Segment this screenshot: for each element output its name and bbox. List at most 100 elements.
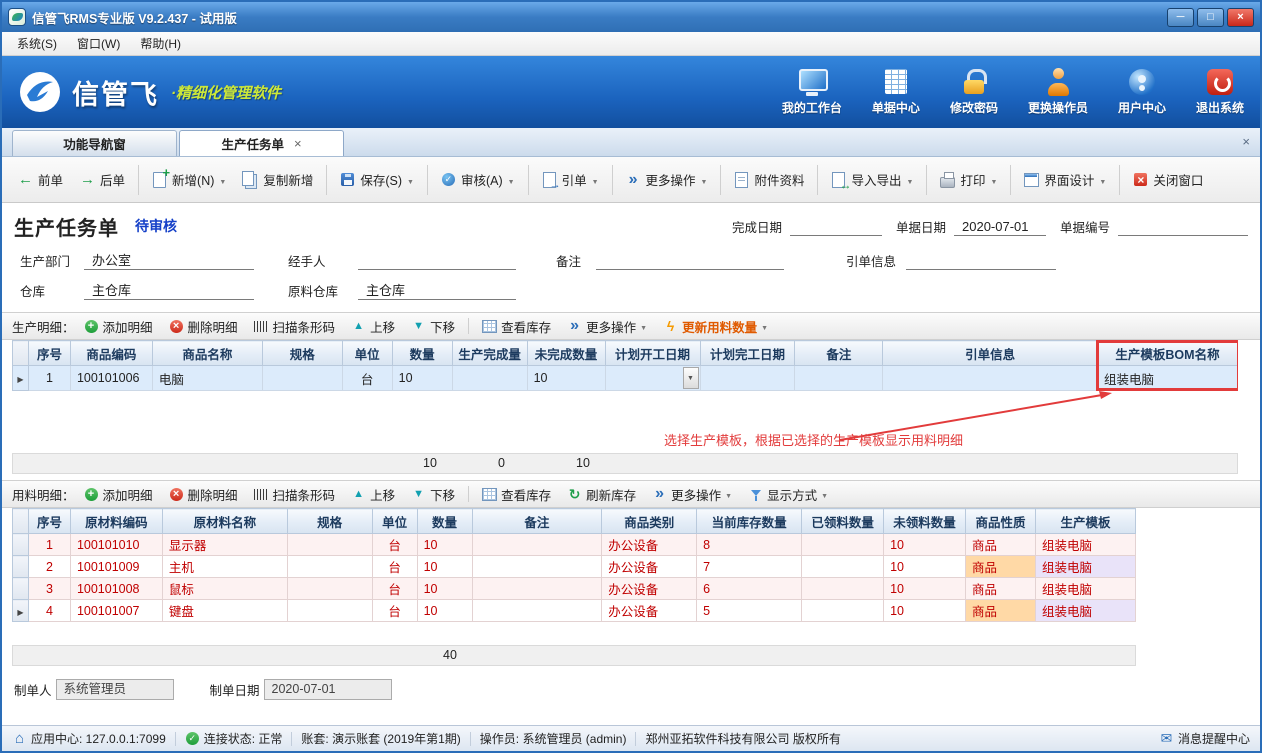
banner-action-button[interactable]: 我的工作台 <box>782 68 842 116</box>
table-cell[interactable]: 鼠标 <box>162 578 287 600</box>
banner-action-button[interactable]: 退出系统 <box>1196 68 1244 116</box>
detail-toolbar-button[interactable]: 更新用料数量 <box>656 314 775 339</box>
detail-toolbar-button[interactable]: 扫描条形码 <box>247 482 343 507</box>
toolbar-button[interactable]: 保存(S) <box>332 161 422 198</box>
column-header[interactable]: 序号 <box>28 509 70 534</box>
table-cell[interactable] <box>883 366 1098 391</box>
table-cell[interactable]: 10 <box>527 366 605 391</box>
toolbar-button[interactable]: 打印 <box>932 161 1005 198</box>
table-cell[interactable] <box>605 366 700 391</box>
maximize-button[interactable]: □ <box>1197 8 1224 27</box>
toolbar-button[interactable]: 引单 <box>534 161 607 198</box>
table-cell[interactable]: 4 <box>28 600 70 622</box>
toolbar-button[interactable]: 新增(N) <box>144 161 234 198</box>
table-cell[interactable]: 台 <box>342 366 392 391</box>
column-header[interactable]: 备注 <box>472 509 602 534</box>
table-cell[interactable] <box>472 556 602 578</box>
detail-toolbar-button[interactable]: 删除明细 <box>162 314 245 339</box>
table-cell[interactable]: 台 <box>372 534 417 556</box>
toolbar-button[interactable]: 复制新增 <box>235 161 321 198</box>
table-cell[interactable]: 100101006 <box>70 366 152 391</box>
table-row[interactable]: 3100101008鼠标台10办公设备610商品组装电脑 <box>13 578 1136 600</box>
detail-toolbar-button[interactable]: 更多操作 <box>645 482 739 507</box>
table-row[interactable]: 1100101006电脑台1010组装电脑 <box>13 366 1238 391</box>
table-cell[interactable]: 商品 <box>966 600 1036 622</box>
table-cell[interactable]: 10 <box>884 600 966 622</box>
table-cell[interactable]: 8 <box>697 534 802 556</box>
detail-toolbar-button[interactable]: 扫描条形码 <box>247 314 343 339</box>
table-cell[interactable]: 10 <box>884 556 966 578</box>
column-header[interactable]: 数量 <box>392 341 452 366</box>
table-cell[interactable]: 100101007 <box>70 600 162 622</box>
field-input[interactable]: 办公室 <box>84 251 254 270</box>
detail-toolbar-button[interactable]: 查看库存 <box>475 314 558 339</box>
toolbar-button[interactable]: 审核(A) <box>433 161 523 198</box>
tab-active[interactable]: 生产任务单× <box>179 130 344 156</box>
table-cell[interactable]: 电脑 <box>152 366 262 391</box>
toolbar-button[interactable]: 前单 <box>10 161 71 198</box>
column-header[interactable]: 原材料编码 <box>70 509 162 534</box>
table-cell[interactable] <box>287 534 372 556</box>
table-cell[interactable]: 组装电脑 <box>1035 534 1135 556</box>
table-cell[interactable] <box>802 534 884 556</box>
field-input[interactable] <box>358 251 516 270</box>
table-cell[interactable]: 主机 <box>162 556 287 578</box>
column-header[interactable]: 商品编码 <box>70 341 152 366</box>
table-cell[interactable] <box>472 578 602 600</box>
make-date-field[interactable]: 2020-07-01 <box>264 679 392 700</box>
table-cell[interactable] <box>802 578 884 600</box>
column-header[interactable]: 生产完成量 <box>452 341 527 366</box>
message-center-button[interactable]: 消息提醒中心 <box>1159 730 1250 747</box>
field-input[interactable]: 主仓库 <box>84 281 254 300</box>
banner-action-button[interactable]: 修改密码 <box>950 68 998 116</box>
table-cell[interactable] <box>700 366 795 391</box>
detail-toolbar-button[interactable]: 下移 <box>404 482 462 507</box>
table-cell[interactable] <box>472 600 602 622</box>
table-cell[interactable]: 台 <box>372 578 417 600</box>
table-cell[interactable]: 显示器 <box>162 534 287 556</box>
toolbar-button[interactable]: 更多操作 <box>618 161 716 198</box>
toolbar-button[interactable]: 附件资料 <box>726 161 812 198</box>
table-cell[interactable] <box>802 556 884 578</box>
detail-toolbar-button[interactable]: 下移 <box>404 314 462 339</box>
column-header[interactable]: 已领料数量 <box>802 509 884 534</box>
table-cell[interactable]: 100101009 <box>70 556 162 578</box>
toolbar-button[interactable]: 导入导出 <box>823 161 921 198</box>
row-indicator[interactable] <box>13 578 29 600</box>
toolbar-button[interactable]: 后单 <box>72 161 133 198</box>
table-cell[interactable]: 1 <box>28 366 70 391</box>
table-row[interactable]: 4100101007键盘台10办公设备510商品组装电脑 <box>13 600 1136 622</box>
table-cell[interactable] <box>795 366 883 391</box>
column-header[interactable]: 商品名称 <box>152 341 262 366</box>
table-cell[interactable]: 10 <box>884 534 966 556</box>
table-cell[interactable]: 商品 <box>966 578 1036 600</box>
column-header[interactable]: 备注 <box>795 341 883 366</box>
column-header[interactable]: 引单信息 <box>883 341 1098 366</box>
menu-item[interactable]: 窗口(W) <box>68 32 129 55</box>
toolbar-button[interactable]: 关闭窗口 <box>1125 161 1211 198</box>
table-cell[interactable]: 台 <box>372 600 417 622</box>
table-cell[interactable]: 10 <box>417 534 472 556</box>
column-header[interactable]: 数量 <box>417 509 472 534</box>
banner-action-button[interactable]: 用户中心 <box>1118 68 1166 116</box>
table-cell[interactable]: 办公设备 <box>602 600 697 622</box>
table-cell[interactable]: 组装电脑 <box>1035 556 1135 578</box>
table-cell[interactable]: 3 <box>28 578 70 600</box>
table-cell[interactable]: 组装电脑 <box>1035 600 1135 622</box>
panel-close-icon[interactable]: × <box>1242 134 1250 149</box>
table-cell[interactable] <box>287 556 372 578</box>
field-input[interactable]: 主仓库 <box>358 281 516 300</box>
table-cell[interactable] <box>262 366 342 391</box>
field-input[interactable] <box>790 217 882 236</box>
column-header[interactable]: 原材料名称 <box>162 509 287 534</box>
column-header[interactable]: 未领料数量 <box>884 509 966 534</box>
banner-action-button[interactable]: 更换操作员 <box>1028 68 1088 116</box>
detail-toolbar-button[interactable]: 添加明细 <box>77 482 160 507</box>
table-cell[interactable] <box>452 366 527 391</box>
table-cell[interactable]: 100101010 <box>70 534 162 556</box>
table-cell[interactable]: 办公设备 <box>602 578 697 600</box>
table-cell[interactable]: 组装电脑 <box>1035 578 1135 600</box>
column-header[interactable]: 生产模板 <box>1035 509 1135 534</box>
column-header[interactable]: 规格 <box>287 509 372 534</box>
table-cell[interactable]: 办公设备 <box>602 556 697 578</box>
